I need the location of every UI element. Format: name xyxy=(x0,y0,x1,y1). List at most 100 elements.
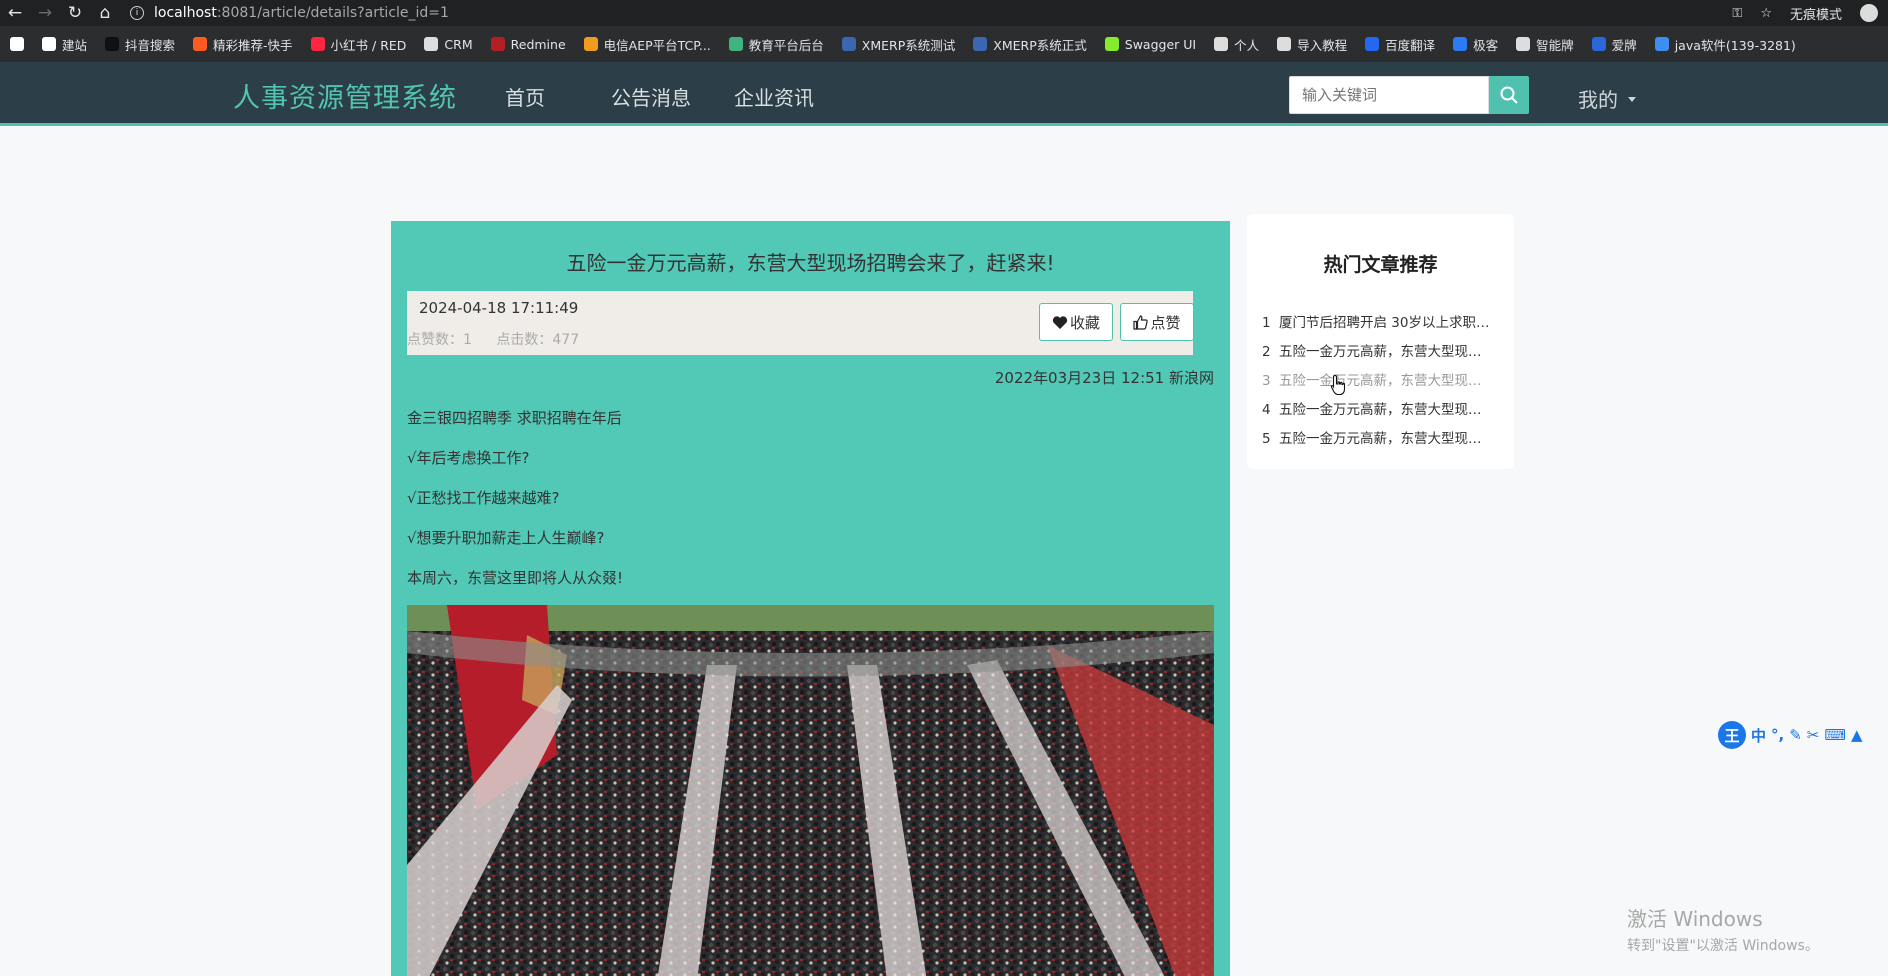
bookmark-favicon-icon xyxy=(583,37,598,51)
site-brand[interactable]: 人事资源管理系统 xyxy=(233,76,457,115)
bookmark-favicon-icon xyxy=(973,37,988,51)
clicks-label: 点击数： xyxy=(496,332,553,348)
bookmark-item[interactable]: 爱牌 xyxy=(1591,35,1637,54)
article-card: 五险一金万元高薪，东营大型现场招聘会来了，赶紧来! 2024-04-18 17:… xyxy=(391,221,1230,976)
keyboard-icon[interactable]: ⌨ xyxy=(1824,726,1846,744)
bookmark-label: 建站 xyxy=(62,37,88,53)
search-input[interactable] xyxy=(1289,76,1489,114)
bookmark-item[interactable]: 极客 xyxy=(1453,35,1498,54)
menu-announcements[interactable]: 公告消息 xyxy=(611,82,691,111)
bookmark-label: 个人 xyxy=(1234,37,1260,53)
forward-icon[interactable]: → xyxy=(30,0,60,26)
search-button[interactable] xyxy=(1489,76,1529,114)
likes-count: 1 xyxy=(463,332,472,348)
bookmark-favicon-icon xyxy=(193,37,208,51)
hot-article-number: 4 xyxy=(1262,402,1271,418)
site-header: 人事资源管理系统 首页 公告消息 企业资讯 我的 xyxy=(0,62,1888,126)
hot-article-item[interactable]: 5 五险一金万元高薪，东营大型现场... xyxy=(1262,427,1492,447)
article-source: 2022年03月23日 12:51 新浪网 xyxy=(994,369,1214,387)
bookmark-favicon-icon xyxy=(1516,37,1531,51)
bookmark-item[interactable]: 百度翻译 xyxy=(1365,35,1435,54)
article-paragraph: √正愁找工作越来越难? xyxy=(407,489,560,507)
key-icon[interactable]: ⚿ xyxy=(1732,6,1742,21)
article-title: 五险一金万元高薪，东营大型现场招聘会来了，赶紧来! xyxy=(566,251,1055,275)
bookmark-item[interactable]: 智能牌 xyxy=(1516,35,1574,54)
bookmark-label: 极客 xyxy=(1473,37,1499,53)
bookmark-item[interactable]: 建站 xyxy=(42,35,87,54)
article-paragraph: √年后考虑换工作? xyxy=(407,449,530,467)
bookmark-favicon-icon xyxy=(1365,37,1380,51)
bookmark-item[interactable]: 导入教程 xyxy=(1277,35,1347,54)
bookmark-label: 教育平台后台 xyxy=(748,37,824,53)
hot-article-item[interactable]: 3 五险一金万元高薪，东营大型现场... xyxy=(1262,369,1492,389)
url-host: localhost xyxy=(154,5,217,21)
bookmark-item[interactable] xyxy=(10,37,24,51)
favorite-button[interactable]: 收藏 xyxy=(1039,303,1113,341)
hot-article-item[interactable]: 1 厦门节后招聘开启 30岁以上求职者... xyxy=(1262,311,1492,331)
bookmark-item[interactable]: Redmine xyxy=(490,37,566,52)
bookmark-item[interactable]: Swagger UI xyxy=(1104,36,1197,52)
menu-enterprise-news[interactable]: 企业资讯 xyxy=(734,82,814,111)
bookmark-favicon-icon xyxy=(1104,37,1119,51)
browser-toolbar: ← → ↻ ⌂ i localhost:8081/article/details… xyxy=(0,0,1888,26)
bookmark-item[interactable]: 小红书 / RED xyxy=(310,35,406,54)
bookmark-label: 爱牌 xyxy=(1611,37,1637,53)
article-meta: 2024-04-18 17:11:49 点赞数：1 点击数：477 收藏 点赞 xyxy=(407,291,1194,355)
likes-label: 点赞数： xyxy=(407,332,463,348)
bookmark-item[interactable]: XMERP系统正式 xyxy=(973,35,1087,54)
ime-language-toggle[interactable]: 中 xyxy=(1751,725,1766,746)
bookmark-label: 精彩推荐-快手 xyxy=(213,37,293,53)
hot-article-item[interactable]: 2 五险一金万元高薪，东营大型现场... xyxy=(1262,340,1492,360)
watermark-title: 激活 Windows xyxy=(1627,907,1763,931)
watermark-subtitle: 转到"设置"以激活 Windows。 xyxy=(1627,938,1819,954)
address-bar[interactable]: i localhost:8081/article/details?article… xyxy=(130,5,449,21)
back-icon[interactable]: ← xyxy=(0,0,30,26)
hot-article-text: 五险一金万元高薪，东营大型现场... xyxy=(1279,402,1492,418)
article-paragraph: 金三银四招聘季 求职招聘在年后 xyxy=(407,409,622,427)
hot-article-item[interactable]: 4 五险一金万元高薪，东营大型现场... xyxy=(1262,398,1492,418)
bookmark-favicon-icon xyxy=(1277,37,1292,51)
hot-article-number: 1 xyxy=(1262,315,1271,331)
bookmark-label: 导入教程 xyxy=(1297,37,1348,53)
bookmark-item[interactable]: 抖音搜索 xyxy=(105,35,175,54)
main-menu: 首页 公告消息 企业资讯 xyxy=(505,82,814,111)
bookmark-favicon-icon xyxy=(310,37,325,51)
bookmark-favicon-icon xyxy=(841,37,856,51)
bookmark-label: Swagger UI xyxy=(1124,36,1197,52)
bookmark-item[interactable]: java软件(139-3281) xyxy=(1654,35,1796,54)
job-fair-crowd-image xyxy=(407,605,1214,976)
bookmark-item[interactable]: 个人 xyxy=(1214,35,1259,54)
bookmark-label: XMERP系统测试 xyxy=(861,37,956,53)
ime-toolbar: 王 中 °, ✎ ✂ ⌨ ▲ xyxy=(1718,721,1888,749)
bookmark-item[interactable]: CRM xyxy=(424,37,473,52)
menu-home[interactable]: 首页 xyxy=(505,82,545,111)
incognito-avatar-icon[interactable] xyxy=(1860,4,1878,22)
bookmark-favicon-icon xyxy=(490,37,505,51)
scissors-icon[interactable]: ✂ xyxy=(1807,726,1820,744)
bookmarks-bar: 建站 抖音搜索 精彩推荐-快手 小红书 / RED CRM Redmine 电信AEP平台T… xyxy=(0,26,1888,62)
bookmark-item[interactable]: 教育平台后台 xyxy=(728,35,824,54)
home-icon[interactable]: ⌂ xyxy=(90,0,120,26)
bookmark-item[interactable]: 电信AEP平台TCP... xyxy=(583,35,711,54)
bookmark-favicon-icon xyxy=(105,37,120,51)
ime-logo-icon[interactable]: 王 xyxy=(1718,721,1746,749)
skin-icon[interactable]: ▲ xyxy=(1851,726,1863,744)
bookmark-label: java软件(139-3281) xyxy=(1674,37,1796,53)
reload-icon[interactable]: ↻ xyxy=(60,0,90,26)
like-button[interactable]: 点赞 xyxy=(1120,303,1194,341)
punctuation-icon[interactable]: °, xyxy=(1771,726,1784,744)
pen-icon[interactable]: ✎ xyxy=(1789,726,1802,744)
bookmark-item[interactable]: 精彩推荐-快手 xyxy=(193,35,293,54)
bookmark-label: 抖音搜索 xyxy=(125,37,176,53)
hot-article-number: 2 xyxy=(1262,344,1271,360)
star-icon[interactable]: ☆ xyxy=(1760,6,1772,21)
bookmark-favicon-icon xyxy=(1453,37,1468,51)
site-info-icon[interactable]: i xyxy=(130,6,144,20)
bookmark-favicon-icon xyxy=(424,37,439,51)
hot-article-text: 五险一金万元高薪，东营大型现场... xyxy=(1279,431,1492,447)
hot-article-text: 五险一金万元高薪，东营大型现场... xyxy=(1279,373,1492,389)
article-date: 2024-04-18 17:11:49 xyxy=(419,299,579,317)
user-menu[interactable]: 我的 xyxy=(1578,84,1636,113)
bookmark-label: 智能牌 xyxy=(1536,37,1574,53)
bookmark-item[interactable]: XMERP系统测试 xyxy=(841,35,956,54)
